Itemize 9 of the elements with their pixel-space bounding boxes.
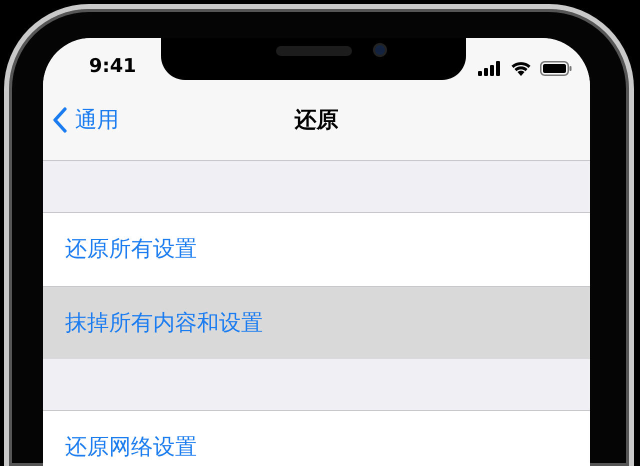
- page-title: 还原: [294, 106, 338, 134]
- back-button[interactable]: 通用: [53, 104, 119, 136]
- settings-row[interactable]: 抹掉所有内容和设置: [43, 286, 590, 359]
- wifi-icon: [510, 60, 532, 76]
- battery-icon: [540, 60, 572, 76]
- chevron-left-icon: [53, 107, 67, 133]
- status-time: 9:41: [89, 54, 136, 78]
- signal-icon: [478, 60, 502, 76]
- camera-icon: [373, 43, 387, 57]
